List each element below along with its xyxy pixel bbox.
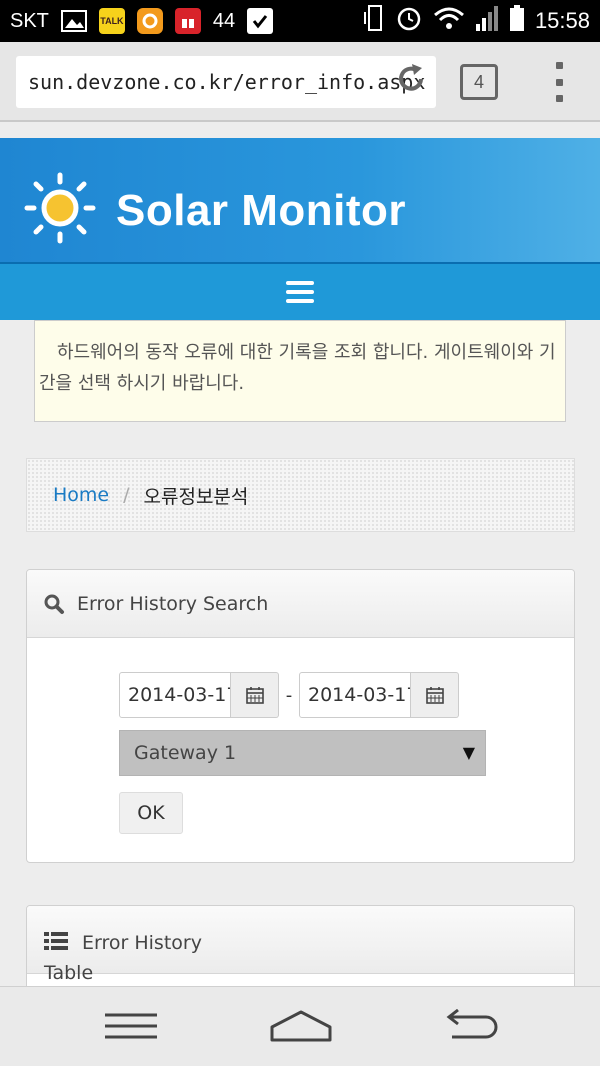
end-date-input[interactable]: 2014-03-17 <box>299 672 411 718</box>
nav-bar <box>0 262 600 320</box>
search-panel-title: Error History Search <box>77 592 269 615</box>
circle-app-icon <box>136 8 163 34</box>
check-icon <box>247 8 274 34</box>
notification-count: 44 <box>212 9 236 32</box>
carrier-label: SKT <box>10 9 49 32</box>
browser-toolbar: sun.devzone.co.kr/error_info.aspx 4 <box>0 42 600 122</box>
error-history-search-panel: Error History Search 2014-03-17 - 2014-0… <box>26 569 575 863</box>
table-panel-header: Error History Table <box>27 906 574 984</box>
site-header: Solar Monitor <box>0 138 600 262</box>
info-notice: 하드웨어의 동작 오류에 대한 기록을 조회 합니다. 게이트웨이와 기간을 선… <box>34 320 566 422</box>
breadcrumb-current: 오류정보분석 <box>143 485 249 508</box>
tab-count: 4 <box>473 71 484 92</box>
system-navigation-bar <box>0 986 600 1066</box>
status-bar: SKT TALK 44 15:58 <box>0 0 600 42</box>
sun-logo-icon <box>24 172 96 244</box>
calendar-icon <box>245 687 264 704</box>
reload-icon[interactable] <box>394 62 428 100</box>
search-panel-header: Error History Search <box>27 570 574 638</box>
clock-time: 15:58 <box>534 8 590 33</box>
breadcrumb: Home / 오류정보분석 <box>26 458 575 532</box>
wifi-icon <box>433 5 465 37</box>
url-text: sun.devzone.co.kr/error_info.aspx <box>28 70 426 94</box>
end-date-calendar-button[interactable] <box>411 672 459 718</box>
table-panel-title: Error History Table <box>44 932 202 984</box>
tab-switcher-button[interactable]: 4 <box>460 64 498 100</box>
site-title[interactable]: Solar Monitor <box>116 186 406 236</box>
search-icon <box>44 594 64 614</box>
back-button[interactable] <box>434 1001 504 1051</box>
gateway-selected-value: Gateway 1 <box>134 742 237 764</box>
start-date-calendar-button[interactable] <box>231 672 279 718</box>
alarm-icon <box>395 4 423 38</box>
start-date-input[interactable]: 2014-03-17 <box>119 672 231 718</box>
dropdown-arrow-icon: ▼ <box>462 743 475 762</box>
menu-icon <box>105 1013 157 1039</box>
breadcrumb-home-link[interactable]: Home <box>53 484 109 506</box>
address-bar[interactable]: sun.devzone.co.kr/error_info.aspx <box>16 56 436 108</box>
date-separator: - <box>285 684 293 706</box>
recent-apps-button[interactable] <box>96 1001 166 1051</box>
breadcrumb-separator: / <box>123 484 130 506</box>
gallery-icon <box>60 8 87 34</box>
kakaotalk-icon: TALK <box>98 8 125 34</box>
back-icon <box>446 1009 498 1039</box>
gateway-select[interactable]: Gateway 1 ▼ <box>119 730 486 776</box>
hamburger-menu-icon[interactable] <box>286 281 314 303</box>
calendar-icon <box>425 687 444 704</box>
signal-icon <box>475 4 499 38</box>
date-range: 2014-03-17 - 2014-03-17 <box>119 672 459 718</box>
battery-icon <box>509 4 525 38</box>
home-button[interactable] <box>266 1001 336 1051</box>
home-icon <box>270 1010 332 1042</box>
ok-button[interactable]: OK <box>119 792 183 834</box>
overflow-menu-icon[interactable] <box>552 62 566 102</box>
vibrate-icon <box>363 4 385 38</box>
gift-icon <box>174 8 201 34</box>
